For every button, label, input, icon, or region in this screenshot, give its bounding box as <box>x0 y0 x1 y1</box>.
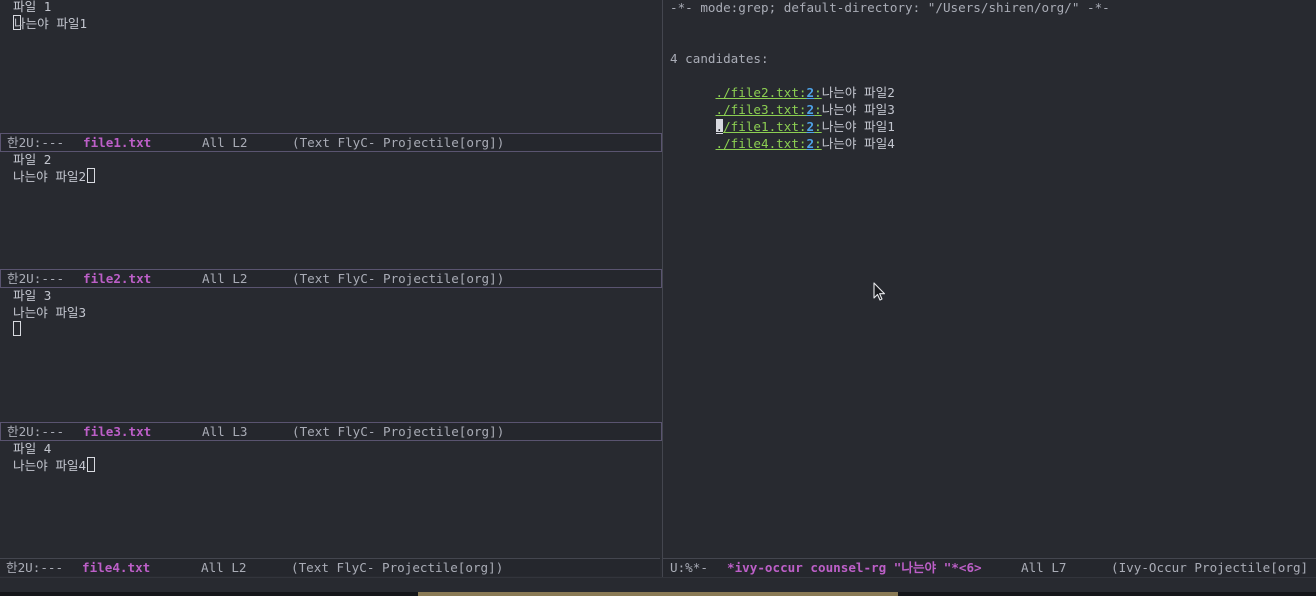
modeline-buffer-name[interactable]: file4.txt <box>82 559 150 576</box>
buffer-line: 파일 1 <box>13 0 52 14</box>
modeline-file2[interactable]: 한2U:--- file2.txt All L2 (Text FlyC- Pro… <box>0 269 662 288</box>
candidate-line-number[interactable]: 2 <box>807 136 815 151</box>
modeline-buffer-name[interactable]: *ivy-occur counsel-rg "나는야 "*<6> <box>727 559 982 577</box>
modeline-file4[interactable]: 한2U:--- file4.txt All L2 (Text FlyC- Pro… <box>0 558 660 576</box>
modeline-modes[interactable]: (Text FlyC- Projectile[org]) <box>292 423 504 440</box>
echo-area[interactable] <box>0 577 1316 593</box>
candidate-row-current[interactable]: ./file1.txt:2:나는야 파일1 <box>670 101 895 134</box>
modeline-position: All L2 <box>202 135 248 150</box>
modeline-status: 한2U:--- <box>7 135 65 150</box>
modeline-status: 한2U:--- <box>7 271 65 286</box>
window-file1[interactable]: 파일 1 나는야 파일1 <box>0 0 662 134</box>
modeline-buffer-name[interactable]: file3.txt <box>83 423 151 440</box>
buffer-line: 파일 3 <box>13 288 52 303</box>
buffer-line: 나는야 파일1 <box>13 15 88 31</box>
modeline-buffer-name[interactable]: file2.txt <box>83 270 151 287</box>
modeline-position: All L7 <box>1021 560 1067 575</box>
modeline-status: 한2U:--- <box>6 560 64 575</box>
arrow-cursor-icon <box>873 282 886 301</box>
modeline-status: 한2U:--- <box>7 424 65 439</box>
buffer-line: 파일 4 <box>13 441 52 456</box>
modeline-modes[interactable]: (Text FlyC- Projectile[org]) <box>291 559 503 576</box>
text-cursor <box>87 457 96 472</box>
bottom-strip <box>0 592 1316 596</box>
buffer-line <box>13 321 21 338</box>
buffer-line: 파일 2 <box>13 152 52 167</box>
candidate-row[interactable]: ./file2.txt:2:나는야 파일2 <box>670 67 895 100</box>
grep-mode-header: -*- mode:grep; default-directory: "/User… <box>670 0 1110 15</box>
emacs-frame: 파일 1 나는야 파일1 한2U:--- file1.txt All L2 (T… <box>0 0 1316 596</box>
window-file3[interactable]: 파일 3 나는야 파일3 <box>0 288 662 422</box>
modeline-modes[interactable]: (Text FlyC- Projectile[org]) <box>292 134 504 151</box>
text-cursor <box>87 168 96 183</box>
window-ivy-occur[interactable]: -*- mode:grep; default-directory: "/User… <box>663 0 1316 558</box>
modeline-position: All L2 <box>202 271 248 286</box>
buffer-line: 나는야 파일2 <box>13 168 96 185</box>
modeline-modes[interactable]: (Ivy-Occur Projectile[org] <box>1111 559 1308 577</box>
modeline-position: All L3 <box>202 424 248 439</box>
modeline-modes[interactable]: (Text FlyC- Projectile[org]) <box>292 270 504 287</box>
modeline-status: U:%*- <box>670 560 708 575</box>
buffer-line: 나는야 파일4 <box>13 457 96 474</box>
candidate-row[interactable]: ./file3.txt:2:나는야 파일3 <box>670 84 895 117</box>
text-cursor <box>13 321 21 336</box>
candidate-match-text: 나는야 파일4 <box>821 136 895 151</box>
buffer-line: 나는야 파일3 <box>13 305 87 320</box>
window-file2[interactable]: 파일 2 나는야 파일2 <box>0 152 662 269</box>
modeline-file3[interactable]: 한2U:--- file3.txt All L3 (Text FlyC- Pro… <box>0 422 662 441</box>
candidate-file-link[interactable]: ./file4.txt <box>716 136 799 151</box>
modeline-ivy-occur[interactable]: U:%*- *ivy-occur counsel-rg "나는야 "*<6> A… <box>663 558 1316 577</box>
window-file4[interactable]: 파일 4 나는야 파일4 <box>0 441 662 558</box>
modeline-buffer-name[interactable]: file1.txt <box>83 134 151 151</box>
candidate-row[interactable]: ./file4.txt:2:나는야 파일4 <box>670 118 895 151</box>
modeline-file1[interactable]: 한2U:--- file1.txt All L2 (Text FlyC- Pro… <box>0 133 662 152</box>
candidates-count: 4 candidates: <box>670 51 769 66</box>
modeline-position: All L2 <box>201 560 247 575</box>
